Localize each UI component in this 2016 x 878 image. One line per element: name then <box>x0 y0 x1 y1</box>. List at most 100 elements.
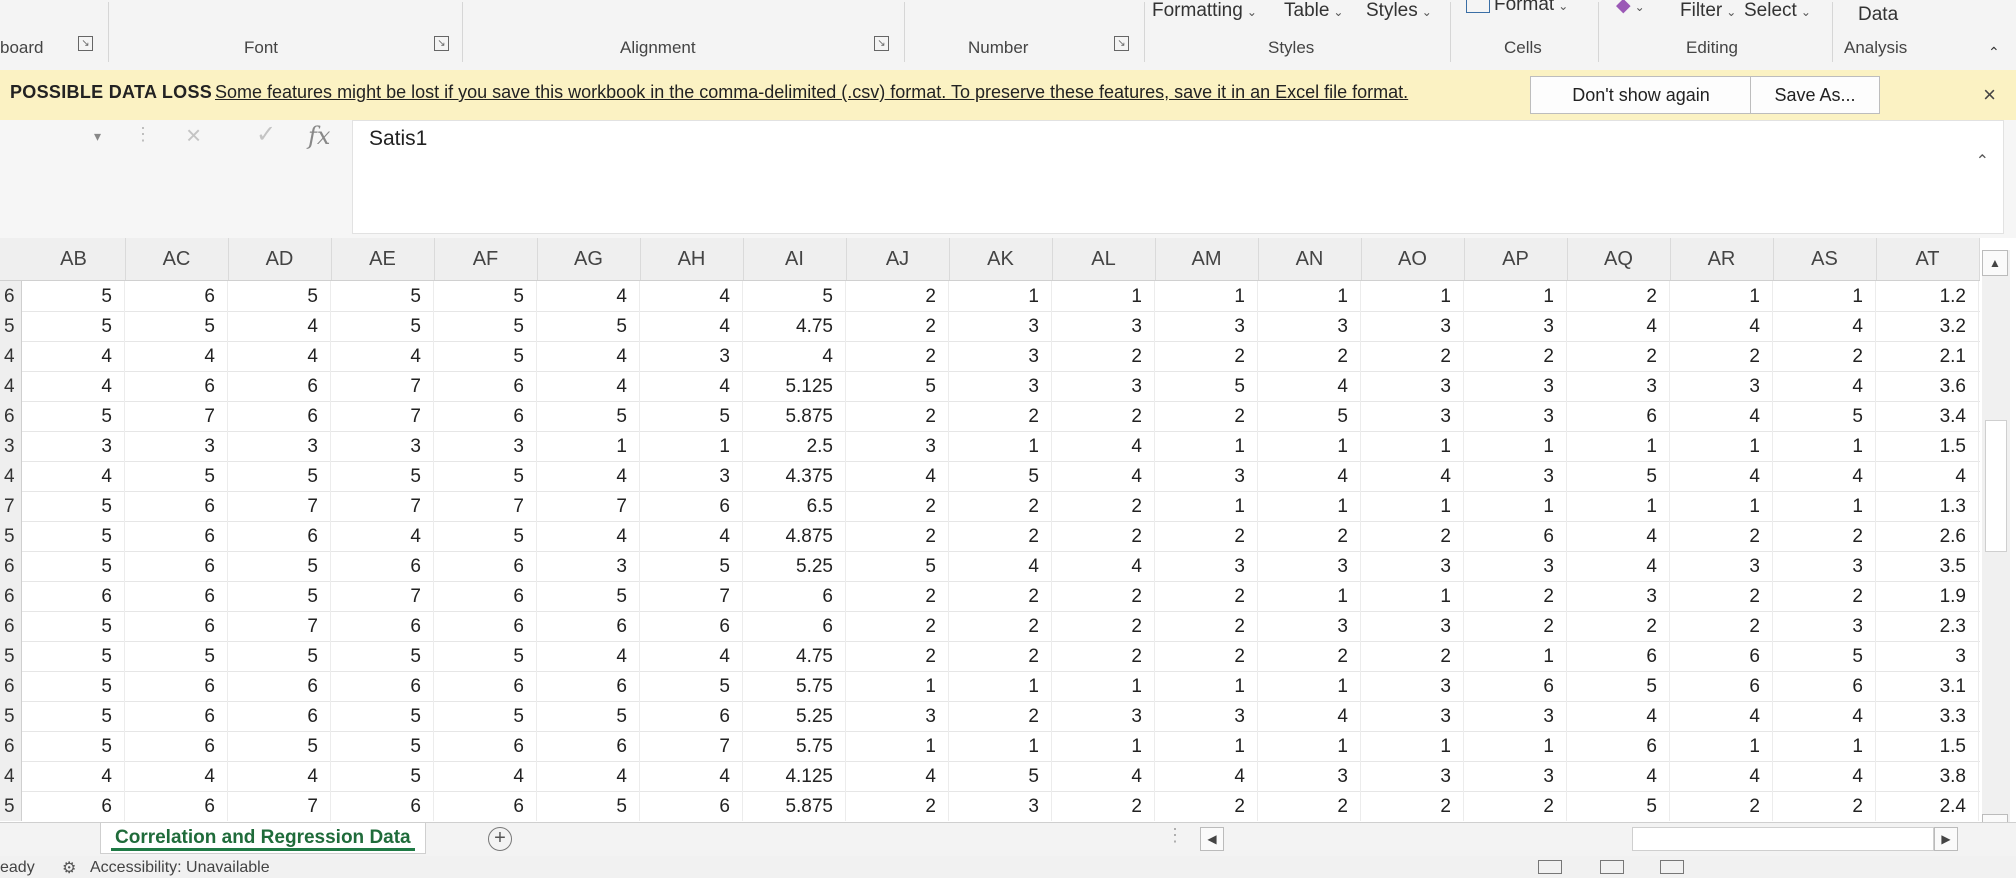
cell[interactable]: 5 <box>846 551 949 581</box>
cell[interactable]: 5.125 <box>743 371 846 401</box>
cell[interactable]: 2 <box>1567 341 1670 371</box>
cell[interactable]: 2 <box>846 281 949 311</box>
cell[interactable]: 6 <box>640 611 743 641</box>
cell[interactable]: 7 <box>434 491 537 521</box>
cell[interactable]: 1 <box>1258 731 1361 761</box>
cell[interactable]: 6 <box>434 551 537 581</box>
cell[interactable]: 6.5 <box>743 491 846 521</box>
cell[interactable]: 2.6 <box>1876 521 1979 551</box>
cell[interactable]: 6 <box>125 581 228 611</box>
cell[interactable]: 3.8 <box>1876 761 1979 791</box>
column-header[interactable]: AL <box>1052 238 1156 280</box>
column-header[interactable]: AJ <box>846 238 950 280</box>
cell[interactable]: 3.4 <box>1876 401 1979 431</box>
cell[interactable]: 5 <box>1258 401 1361 431</box>
close-icon[interactable]: × <box>1983 82 1996 108</box>
cell[interactable]: 6 <box>434 581 537 611</box>
cell[interactable]: 1 <box>1773 491 1876 521</box>
sheet-tab-active[interactable]: Correlation and Regression Data <box>100 823 426 854</box>
cell[interactable]: 6 <box>125 521 228 551</box>
cell[interactable]: 1 <box>1258 491 1361 521</box>
partial-cell[interactable]: 6 <box>0 401 22 431</box>
cell[interactable]: 4 <box>743 341 846 371</box>
cell[interactable]: 5 <box>640 671 743 701</box>
cell[interactable]: 2 <box>846 341 949 371</box>
partial-cell[interactable]: 5 <box>0 701 22 731</box>
cell[interactable]: 1 <box>1670 431 1773 461</box>
cell[interactable]: 2 <box>846 641 949 671</box>
cell[interactable]: 6 <box>537 731 640 761</box>
cell[interactable]: 2 <box>1670 581 1773 611</box>
cell[interactable]: 2 <box>1155 641 1258 671</box>
cell[interactable]: 2 <box>1052 791 1155 821</box>
cell[interactable]: 3 <box>1361 761 1464 791</box>
cell[interactable]: 1 <box>949 731 1052 761</box>
cell[interactable]: 3 <box>1258 761 1361 791</box>
cell[interactable]: 6 <box>434 401 537 431</box>
column-header[interactable]: AD <box>228 238 332 280</box>
clipboard-launcher-icon[interactable]: ↘ <box>78 36 93 51</box>
cell[interactable]: 6 <box>743 611 846 641</box>
cell[interactable]: 4 <box>331 521 434 551</box>
cell[interactable]: 2 <box>1670 791 1773 821</box>
cell[interactable]: 6 <box>125 551 228 581</box>
cell[interactable]: 4 <box>1361 461 1464 491</box>
cell[interactable]: 6 <box>1464 671 1567 701</box>
cell[interactable]: 5 <box>22 641 125 671</box>
cell[interactable]: 5.25 <box>743 701 846 731</box>
cell[interactable]: 7 <box>640 731 743 761</box>
cell[interactable]: 3 <box>1258 551 1361 581</box>
cell[interactable]: 2 <box>1052 581 1155 611</box>
cell[interactable]: 6 <box>434 371 537 401</box>
cell[interactable]: 1 <box>1258 581 1361 611</box>
cell[interactable]: 4 <box>537 461 640 491</box>
partial-cell[interactable]: 6 <box>0 731 22 761</box>
cell[interactable]: 6 <box>331 671 434 701</box>
cell[interactable]: 4 <box>1773 761 1876 791</box>
cell[interactable]: 5 <box>331 281 434 311</box>
partial-cell[interactable]: 5 <box>0 641 22 671</box>
cell[interactable]: 3 <box>1361 671 1464 701</box>
cell[interactable]: 4 <box>1670 701 1773 731</box>
cell[interactable]: 3.6 <box>1876 371 1979 401</box>
cell[interactable]: 2 <box>1258 521 1361 551</box>
cell[interactable]: 2.3 <box>1876 611 1979 641</box>
cell[interactable]: 2 <box>1155 581 1258 611</box>
cell[interactable]: 5 <box>434 461 537 491</box>
cell[interactable]: 1 <box>1361 731 1464 761</box>
analyze-data-button[interactable]: Data <box>1858 4 1898 26</box>
cell[interactable]: 4 <box>22 461 125 491</box>
cell[interactable]: 5 <box>537 701 640 731</box>
cell[interactable]: 4 <box>537 341 640 371</box>
cell[interactable]: 3 <box>846 701 949 731</box>
cell[interactable]: 5 <box>331 701 434 731</box>
cell[interactable]: 2 <box>1361 521 1464 551</box>
cell[interactable]: 5 <box>1567 791 1670 821</box>
cell[interactable]: 4.875 <box>743 521 846 551</box>
cell[interactable]: 4 <box>640 371 743 401</box>
cell[interactable]: 4 <box>331 341 434 371</box>
cell[interactable]: 1 <box>1464 281 1567 311</box>
cell[interactable]: 3 <box>1052 311 1155 341</box>
cell[interactable]: 5 <box>22 311 125 341</box>
cell[interactable]: 1 <box>949 431 1052 461</box>
cell[interactable]: 3 <box>949 371 1052 401</box>
cell[interactable]: 4 <box>949 551 1052 581</box>
cell[interactable]: 2 <box>949 701 1052 731</box>
cell[interactable]: 6 <box>228 701 331 731</box>
cell[interactable]: 4 <box>846 461 949 491</box>
cell[interactable]: 6 <box>125 731 228 761</box>
column-header[interactable]: AE <box>331 238 435 280</box>
cell[interactable]: 4 <box>1052 761 1155 791</box>
cell[interactable]: 3 <box>949 791 1052 821</box>
cell[interactable]: 5 <box>228 461 331 491</box>
format-cells-button[interactable]: Format ⌄ <box>1466 0 1568 16</box>
cell[interactable]: 6 <box>331 551 434 581</box>
cell[interactable]: 2 <box>949 581 1052 611</box>
cell[interactable]: 3 <box>125 431 228 461</box>
cell[interactable]: 1 <box>1670 491 1773 521</box>
cell[interactable]: 2 <box>1773 341 1876 371</box>
cell[interactable]: 3 <box>1773 551 1876 581</box>
cell[interactable]: 1 <box>1258 281 1361 311</box>
cell[interactable]: 5 <box>331 461 434 491</box>
